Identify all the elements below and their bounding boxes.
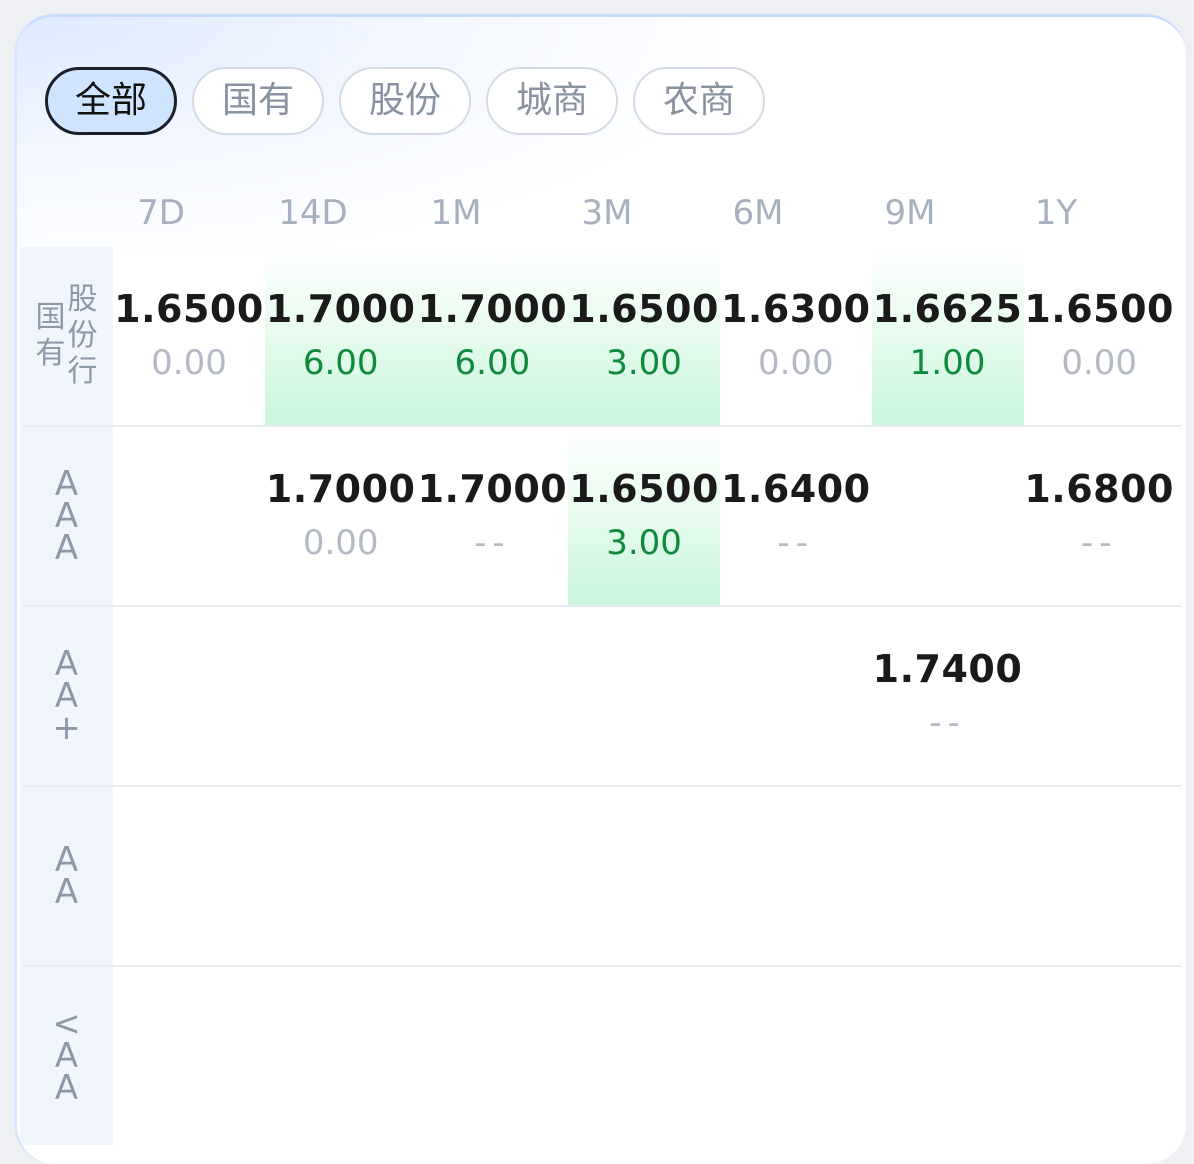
rate-cell-6m bbox=[720, 607, 872, 785]
rate-value: 1.6500 bbox=[1024, 287, 1174, 331]
rate-cell-9m bbox=[872, 427, 1024, 605]
rate-change: 6.00 bbox=[302, 343, 379, 383]
rate-change: 1.00 bbox=[909, 343, 986, 383]
rate-cell-14d[interactable]: 1.7000 0.00 bbox=[265, 427, 417, 605]
col-header-14d: 14D bbox=[278, 193, 348, 233]
row-label: 国有股份行 bbox=[20, 247, 113, 425]
rate-value: 1.6800 bbox=[1024, 467, 1174, 511]
col-header-1m: 1M bbox=[430, 193, 482, 233]
col-header-7d: 7D bbox=[137, 193, 185, 233]
rate-cell-1m[interactable]: 1.7000 6.00 bbox=[416, 247, 569, 425]
tab-joint-stock[interactable]: 股份 bbox=[339, 67, 471, 135]
row-aa: AA bbox=[20, 787, 1186, 965]
rate-value: 1.7000 bbox=[265, 467, 416, 511]
row-label-char: A bbox=[54, 1068, 79, 1108]
rate-change: 0.00 bbox=[151, 343, 227, 383]
rate-cell-9m bbox=[872, 967, 1024, 1145]
rate-cell-7d bbox=[113, 967, 265, 1145]
rate-cell-1m bbox=[416, 787, 568, 965]
rate-cell-1y bbox=[1023, 787, 1175, 965]
rate-value: 1.7000 bbox=[265, 287, 416, 331]
rate-cell-1m[interactable]: 1.7000 -- bbox=[416, 427, 568, 605]
col-header-3m: 3M bbox=[581, 193, 633, 233]
rate-change: 0.00 bbox=[302, 523, 379, 563]
tab-rural-commercial[interactable]: 农商 bbox=[633, 67, 765, 135]
row-label-char: 行 bbox=[67, 354, 98, 389]
rate-value: 1.6400 bbox=[720, 467, 871, 511]
rate-change: 6.00 bbox=[454, 343, 531, 383]
col-header-1y: 1Y bbox=[1034, 193, 1078, 233]
rate-cell-3m bbox=[568, 787, 720, 965]
rate-cell-7d bbox=[113, 427, 265, 605]
rate-cell-6m bbox=[720, 967, 872, 1145]
rate-cell-14d[interactable]: 1.7000 6.00 bbox=[264, 247, 417, 425]
rate-value: 1.6500 bbox=[569, 287, 719, 331]
rate-cell-3m[interactable]: 1.6500 3.00 bbox=[568, 427, 721, 605]
rate-change: -- bbox=[777, 523, 815, 563]
rate-cell-1y bbox=[1023, 967, 1175, 1145]
rate-change: 0.00 bbox=[1061, 343, 1138, 383]
tab-city-commercial[interactable]: 城商 bbox=[486, 67, 618, 135]
row-aaa: A A A 1.7000 0.00 1.7000 -- 1.6500 3.00 1.6400 -- 1… bbox=[20, 427, 1186, 605]
rate-value: 1.7000 bbox=[417, 287, 568, 331]
rate-cell-1y[interactable]: 1.6500 0.00 bbox=[1023, 247, 1175, 425]
rate-cell-1y bbox=[1023, 607, 1175, 785]
row-label: AAA bbox=[20, 427, 113, 605]
row-label-char: 有 bbox=[35, 336, 66, 371]
tab-state-owned[interactable]: 国有 bbox=[192, 67, 324, 135]
rate-change: 3.00 bbox=[606, 343, 682, 383]
tab-all[interactable]: 全部 bbox=[45, 67, 177, 135]
rate-value: 1.6300 bbox=[720, 287, 871, 331]
rate-value: 1.6500 bbox=[569, 467, 719, 511]
rate-cell-3m bbox=[568, 607, 720, 785]
rate-change: -- bbox=[929, 703, 966, 743]
rate-cell-14d bbox=[265, 967, 417, 1145]
rate-cell-6m bbox=[720, 787, 872, 965]
rates-card: 全部 国有 股份 城商 农商 7D 14D 1M 3M 6M 9M 1Y 国有股… bbox=[14, 14, 1186, 1164]
rate-value: 1.7400 bbox=[872, 647, 1023, 691]
rate-change: -- bbox=[1080, 523, 1118, 563]
rate-cell-1y[interactable]: 1.6800 -- bbox=[1023, 427, 1175, 605]
row-aa-plus: A A + 1.7400 -- bbox=[20, 607, 1186, 785]
rate-cell-1m bbox=[416, 607, 568, 785]
rate-value: 1.6500 bbox=[114, 287, 264, 331]
rate-cell-7d bbox=[113, 607, 265, 785]
row-label: A A + bbox=[20, 607, 113, 785]
rate-cell-6m[interactable]: 1.6400 -- bbox=[720, 427, 872, 605]
rate-cell-9m[interactable]: 1.7400 -- bbox=[872, 607, 1024, 785]
rate-change: 0.00 bbox=[757, 343, 834, 383]
rate-change: -- bbox=[474, 523, 511, 563]
rate-cell-7d[interactable]: 1.6500 0.00 bbox=[113, 247, 265, 425]
rate-cell-9m bbox=[872, 787, 1024, 965]
col-header-9m: 9M bbox=[884, 193, 936, 233]
row-label-char: A bbox=[54, 872, 79, 912]
rate-change: 3.00 bbox=[606, 523, 682, 563]
row-label-char: A bbox=[54, 528, 79, 568]
row-label-char: + bbox=[52, 708, 81, 748]
tenor-header-row: 7D 14D 1M 3M 6M 9M 1Y bbox=[110, 193, 1170, 253]
rate-cell-9m[interactable]: 1.6625 1.00 bbox=[871, 247, 1024, 425]
rate-cell-3m bbox=[568, 967, 720, 1145]
row-label-char: 国 bbox=[35, 300, 66, 335]
rate-cell-14d bbox=[265, 607, 417, 785]
row-label-char: 股 bbox=[67, 282, 98, 317]
rate-cell-6m[interactable]: 1.6300 0.00 bbox=[720, 247, 872, 425]
rate-cell-14d bbox=[265, 787, 417, 965]
rate-cell-7d bbox=[113, 787, 265, 965]
col-header-6m: 6M bbox=[732, 193, 784, 233]
rate-value: 1.7000 bbox=[417, 467, 568, 511]
rate-cell-1m bbox=[416, 967, 568, 1145]
row-state-joint-stock: 国有股份行 1.6500 0.00 1.7000 6.00 1.7000 6.00 1.650… bbox=[20, 247, 1186, 425]
rate-value: 1.6625 bbox=[872, 287, 1023, 331]
row-label: AA bbox=[20, 787, 113, 965]
row-label-char: 份 bbox=[67, 318, 98, 353]
row-label: < A A bbox=[20, 967, 113, 1145]
row-below-aa: < A A bbox=[20, 967, 1186, 1145]
rate-cell-3m[interactable]: 1.6500 3.00 bbox=[568, 247, 721, 425]
